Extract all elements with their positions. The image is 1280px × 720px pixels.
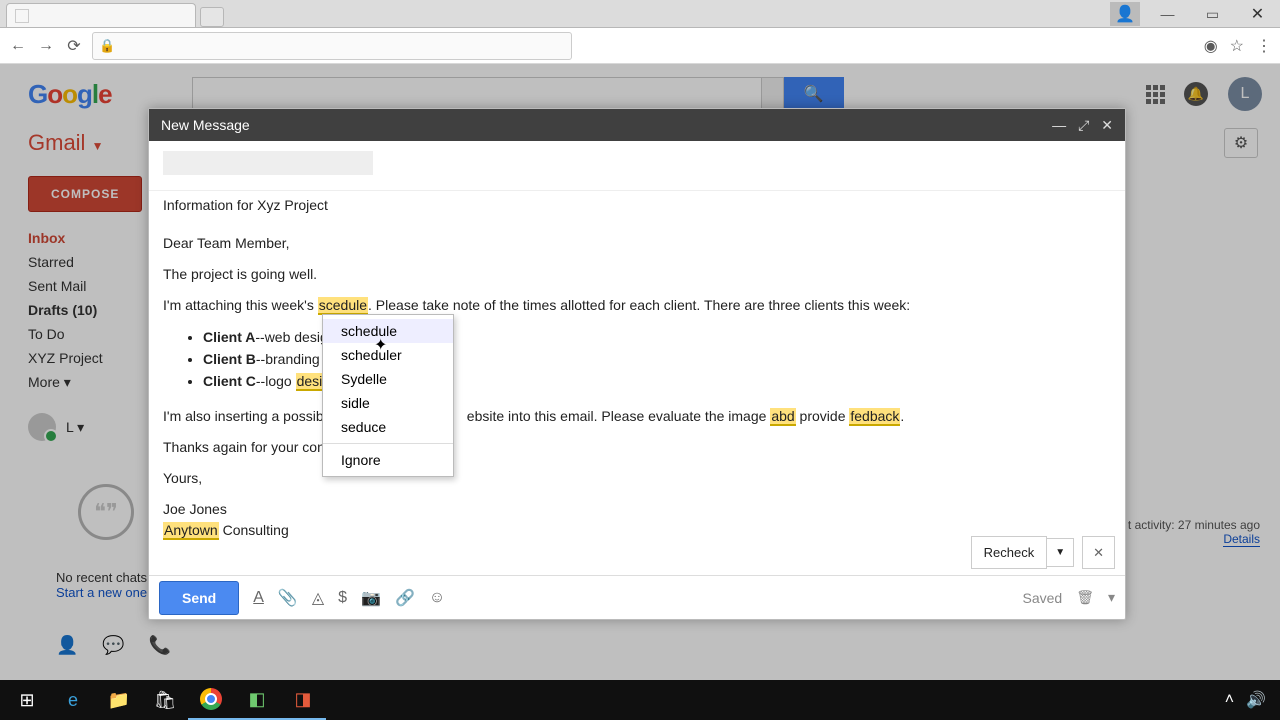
recipient-chip[interactable] [163,151,373,175]
store-icon[interactable]: 🛍 [142,680,188,720]
address-bar[interactable]: 🔒 [92,32,572,60]
body-p4: Thanks again for your contrib [163,437,1111,458]
signature-name: Joe Jones [163,499,1111,520]
compose-to-row[interactable] [149,141,1125,190]
spell-option-sidle[interactable]: sidle [323,391,453,415]
start-button[interactable]: ⊞ [4,680,50,720]
tab-favicon [15,9,29,23]
body-p1: The project is going well. [163,264,1111,285]
body-greeting: Dear Team Member, [163,233,1111,254]
money-icon[interactable]: $ [338,589,347,607]
tray-volume-icon[interactable]: 🔊 [1246,690,1266,710]
compose-title: New Message [161,117,250,133]
browser-tabstrip: 👤 — ▭ ✕ [0,0,1280,28]
insert-emoji-icon[interactable]: ☺ [429,589,445,607]
compose-popout-button[interactable]: ⤢ [1078,117,1089,134]
body-yours: Yours, [163,468,1111,489]
tray-chevron-icon[interactable]: ˄ [1225,691,1234,709]
window-close-button[interactable]: ✕ [1235,0,1280,28]
misspelled-scedule[interactable]: scedule [318,297,368,315]
body-p3: I'm also inserting a possible ebsite int… [163,406,1111,427]
misspelled-fedback[interactable]: fedback [849,408,900,426]
recheck-button[interactable]: Recheck [971,536,1048,570]
compose-subject[interactable]: Information for Xyz Project [149,190,1125,223]
saved-label: Saved [1022,590,1062,606]
misspelled-anytown[interactable]: Anytown [163,522,219,540]
discard-trash-icon[interactable]: 🗑 [1076,589,1094,606]
attach-icon[interactable]: 📎 [278,588,298,608]
nav-reload-button[interactable]: ⟳ [64,36,84,56]
windows-taskbar: ⊞ e 📁 🛍 ◧ ◨ ˄ 🔊 [0,680,1280,720]
spell-option-sydelle[interactable]: Sydelle [323,367,453,391]
spell-option-schedule[interactable]: schedule [323,319,453,343]
insert-photo-icon[interactable]: 📷 [361,588,381,608]
file-explorer-icon[interactable]: 📁 [96,680,142,720]
formatting-icon[interactable]: A [253,589,264,607]
recheck-dropdown[interactable]: ▼ [1047,538,1074,567]
compose-header[interactable]: New Message — ⤢ ✕ [149,109,1125,141]
spellcheck-menu: schedule scheduler Sydelle sidle seduce … [322,314,454,477]
lock-icon: 🔒 [99,38,115,54]
browser-toolbar: ← → ⟳ 🔒 ◉ ☆ ⋮ [0,28,1280,64]
recheck-close-button[interactable]: ✕ [1082,536,1115,570]
drive-icon[interactable]: ◬ [312,588,324,608]
compose-window: New Message — ⤢ ✕ Information for Xyz Pr… [148,108,1126,620]
window-minimize-button[interactable]: — [1145,0,1190,28]
compose-footer: Send A 📎 ◬ $ 📷 🔗 ☺ Saved 🗑 ▾ [149,575,1125,619]
compose-close-button[interactable]: ✕ [1101,117,1113,134]
new-tab-button[interactable] [200,7,224,27]
spell-option-seduce[interactable]: seduce [323,415,453,439]
nav-forward-button[interactable]: → [36,37,56,55]
spell-ignore[interactable]: Ignore [323,448,453,472]
signature-company: Anytown Consulting [163,520,1111,541]
window-maximize-button[interactable]: ▭ [1190,0,1235,28]
bookmark-star-icon[interactable]: ☆ [1230,36,1244,56]
browser-tab[interactable] [6,3,196,27]
send-button[interactable]: Send [159,581,239,615]
compose-more-menu[interactable]: ▾ [1108,589,1115,606]
app-orange-icon[interactable]: ◨ [280,680,326,720]
chrome-taskbar-icon[interactable] [188,680,234,720]
app-green-icon[interactable]: ◧ [234,680,280,720]
chrome-menu-icon[interactable]: ⋮ [1256,36,1272,56]
insert-link-icon[interactable]: 🔗 [395,588,415,608]
chrome-profile-icon[interactable]: 👤 [1110,2,1140,26]
page-info-icon[interactable]: ◉ [1204,36,1218,56]
nav-back-button[interactable]: ← [8,37,28,55]
compose-minimize-button[interactable]: — [1052,117,1066,134]
edge-icon[interactable]: e [50,680,96,720]
misspelled-abd[interactable]: abd [770,408,795,426]
compose-body[interactable]: Dear Team Member, The project is going w… [149,223,1125,575]
spell-option-scheduler[interactable]: scheduler [323,343,453,367]
body-p2: I'm attaching this week's scedule. Pleas… [163,295,1111,316]
